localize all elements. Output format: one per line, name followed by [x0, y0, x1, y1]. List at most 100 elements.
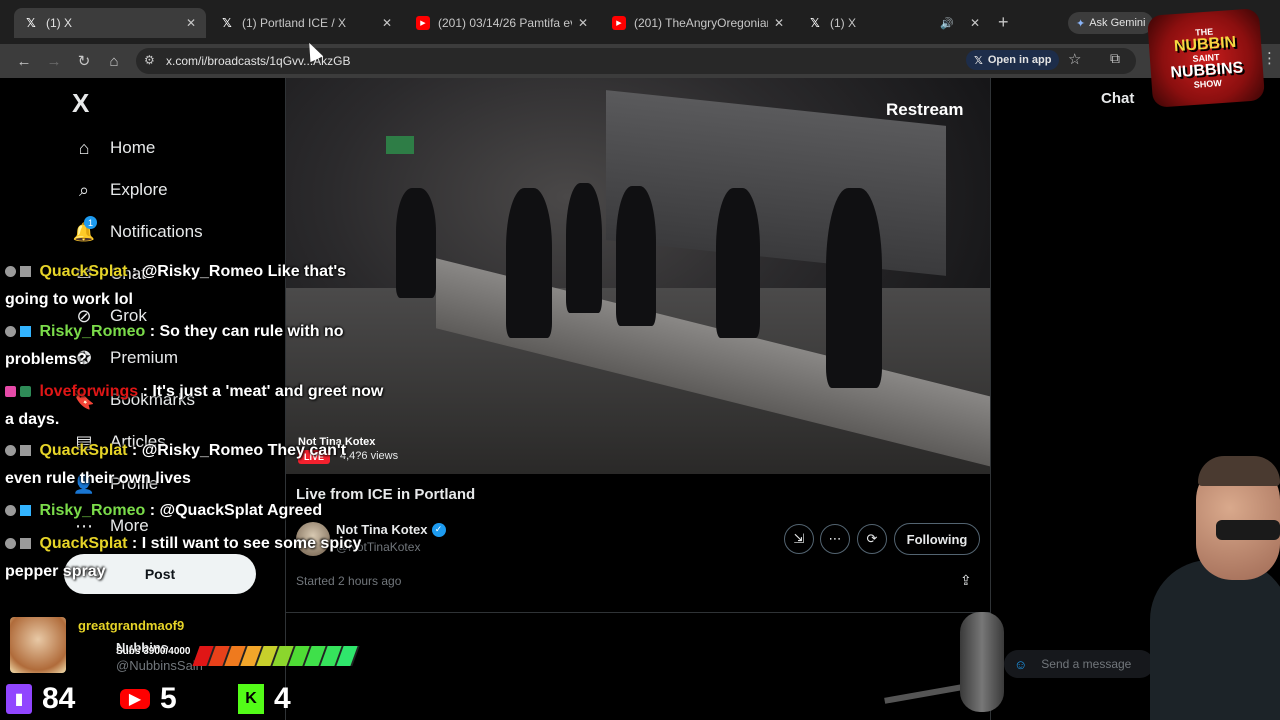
youtube-viewer-counter: ▶ 5: [120, 682, 177, 716]
sub-goal-label: Subs 3900/4000: [116, 646, 191, 657]
twitch-viewer-counter: ▮ 84: [6, 682, 75, 716]
close-icon[interactable]: ✕: [578, 16, 588, 30]
browser-tab[interactable]: 𝕏 (1) X 🔊 ✕: [798, 8, 990, 38]
notification-badge: 1: [84, 216, 97, 229]
overlay-chat-message: Risky_Romeo : @QuackSplat Agreed: [5, 497, 385, 525]
chat-text: : @QuackSplat Agreed: [145, 502, 323, 519]
youtube-icon: ▶: [120, 689, 150, 709]
streamer-webcam: [1140, 450, 1280, 720]
bookmark-star-icon[interactable]: ☆: [1068, 50, 1081, 68]
youtube-icon: ▶: [612, 16, 626, 30]
account-handle: @NubbinsSain: [116, 658, 203, 673]
reload-icon[interactable]: ↻: [74, 51, 94, 71]
browser-toolbar: ← → ↻ ⌂ ⚙ x.com/i/broadcasts/1qGvv...Akz…: [0, 44, 1280, 78]
share-icon[interactable]: ⇪: [960, 572, 972, 589]
chat-username: QuackSplat: [39, 535, 128, 552]
chat-input-placeholder: Send a message: [1041, 657, 1132, 671]
video-scene-person: [506, 188, 552, 338]
open-in-app-label: Open in app: [987, 54, 1052, 66]
overlay-chat-message: QuackSplat : @Risky_Romeo They can't eve…: [5, 437, 385, 493]
x-icon: 𝕏: [26, 16, 36, 30]
speaker-icon[interactable]: 🔊: [940, 17, 954, 30]
content-divider: [286, 612, 990, 613]
badge-icon: [20, 386, 31, 398]
browser-tab[interactable]: ▶ (201) 03/14/26 Pamtifa event a ✕: [406, 8, 598, 38]
chat-message-input[interactable]: ☺ Send a message: [1004, 650, 1154, 678]
video-scene-person: [566, 183, 602, 313]
sidebar-item-explore[interactable]: ⌕ Explore: [72, 175, 168, 205]
close-icon[interactable]: ✕: [186, 16, 196, 30]
badge-icon: [20, 445, 31, 457]
sidebar-item-home[interactable]: ⌂ Home: [72, 133, 156, 163]
browser-tabstrip: 𝕏 (1) X ✕ 𝕏 (1) Portland ICE / X ✕ ▶ (20…: [0, 0, 1280, 44]
twitch-icon: ▮: [6, 684, 32, 714]
logo-text: SHOW: [1193, 77, 1223, 90]
latest-follower-avatar: [10, 617, 66, 673]
more-options-icon[interactable]: ⋯: [820, 524, 850, 554]
chat-username: loveforwings: [39, 383, 139, 400]
video-scene-person: [396, 188, 436, 298]
following-button[interactable]: Following: [894, 523, 980, 555]
browser-tab[interactable]: 𝕏 (1) X ✕: [14, 8, 206, 38]
home-icon[interactable]: ⌂: [104, 51, 124, 71]
exit-broadcast-icon[interactable]: ⇲: [784, 524, 814, 554]
badge-icon: [20, 266, 31, 278]
video-scene-person: [616, 186, 656, 326]
chat-username: QuackSplat: [39, 263, 128, 280]
latest-follower-name: greatgrandmaof9: [78, 618, 185, 633]
open-in-app-button[interactable]: 𝕏 Open in app: [966, 50, 1060, 70]
broadcast-video[interactable]: [286, 78, 990, 474]
video-scene-person: [716, 188, 760, 338]
video-scene-sign: [386, 136, 414, 154]
tab-title: (1) X: [830, 16, 857, 30]
emoji-icon[interactable]: ☺: [1014, 657, 1027, 672]
x-logo[interactable]: X: [72, 88, 89, 119]
sunglasses: [1216, 520, 1280, 540]
gemini-icon: ✦: [1076, 17, 1086, 30]
overlay-chat-message: loveforwings : It's just a 'meat' and gr…: [5, 378, 385, 434]
new-tab-button[interactable]: +: [998, 12, 1009, 33]
close-icon[interactable]: ✕: [774, 16, 784, 30]
search-icon: ⌕: [78, 179, 90, 200]
streamer-body: [1150, 560, 1280, 720]
chat-username: QuackSplat: [39, 442, 128, 459]
chat-panel-title: Chat: [1101, 90, 1135, 107]
tab-title: (201) 03/14/26 Pamtifa event a: [438, 16, 572, 30]
close-icon[interactable]: ✕: [382, 16, 392, 30]
restream-watermark: Restream: [886, 100, 964, 119]
close-icon[interactable]: ✕: [970, 16, 980, 30]
browser-tab[interactable]: ▶ (201) TheAngryOregonian is liv ✕: [602, 8, 794, 38]
site-settings-icon[interactable]: ⚙: [144, 53, 155, 67]
badge-icon: [20, 326, 31, 338]
overlay-chat-message: QuackSplat : I still want to see some sp…: [5, 530, 385, 586]
repost-icon[interactable]: ⟳: [857, 524, 887, 554]
home-icon: ⌂: [78, 137, 90, 158]
badge-icon: [20, 538, 31, 550]
extensions-icon[interactable]: ⧉: [1110, 50, 1120, 67]
x-icon: 𝕏: [810, 16, 820, 30]
ask-gemini-button[interactable]: ✦ Ask Gemini: [1068, 12, 1154, 34]
tab-title: (201) TheAngryOregonian is liv: [634, 16, 768, 30]
youtube-viewer-count: 5: [160, 682, 177, 715]
badge-icon: [20, 505, 31, 517]
chat-username: Risky_Romeo: [39, 323, 146, 340]
sub-goal-progress-bar: [192, 646, 360, 666]
platform-icon: [5, 505, 16, 517]
show-logo: THE NUBBIN SAINT NUBBINS SHOW: [1146, 8, 1266, 108]
streamer-hair: [1198, 456, 1280, 486]
platform-icon: [5, 445, 16, 457]
twitch-viewer-count: 84: [42, 682, 76, 715]
browser-tab[interactable]: 𝕏 (1) Portland ICE / X ✕: [210, 8, 402, 38]
browser-menu-icon[interactable]: ⋮: [1262, 49, 1277, 67]
platform-icon: [5, 266, 16, 278]
sidebar-item-label: Explore: [110, 180, 168, 199]
tab-title: (1) Portland ICE / X: [242, 16, 347, 30]
forward-arrow-icon[interactable]: →: [44, 51, 64, 71]
tab-title: (1) X: [46, 16, 73, 30]
platform-icon: [5, 538, 16, 550]
verified-icon: ✓: [431, 522, 446, 537]
youtube-icon: ▶: [416, 16, 430, 30]
heart-icon: [5, 386, 16, 398]
back-arrow-icon[interactable]: ←: [14, 51, 34, 71]
kick-viewer-count: 4: [274, 682, 291, 715]
